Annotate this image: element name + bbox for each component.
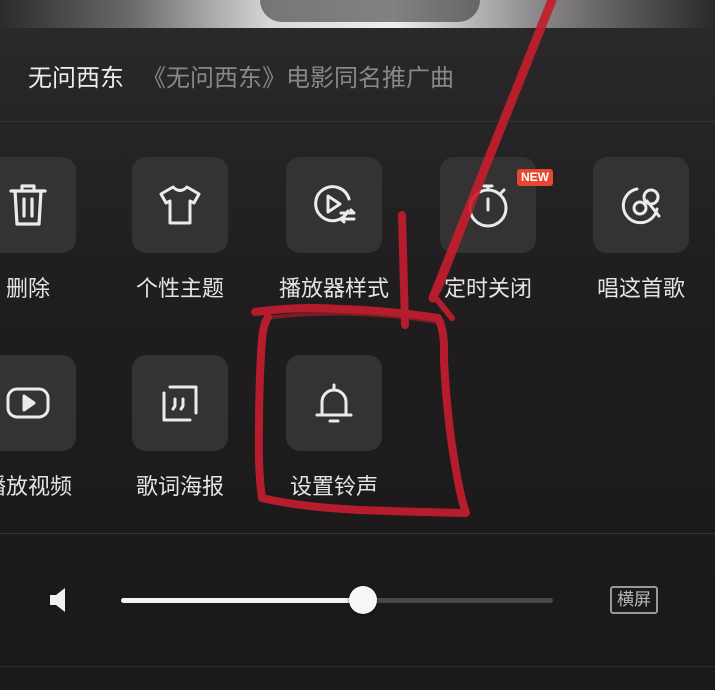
volume-level-fill <box>121 598 363 603</box>
lyrics-poster-icon <box>162 385 198 422</box>
song-subtitle: 《无问西东》电影同名推广曲 <box>142 64 454 92</box>
tshirt-icon <box>159 185 201 225</box>
divider-bottom <box>0 533 715 534</box>
delete-button[interactable] <box>0 157 76 253</box>
action-label: 定时关闭 <box>443 277 532 302</box>
sing-record-icon <box>621 187 661 225</box>
divider-footer <box>0 666 715 667</box>
action-label: 个性主题 <box>135 277 224 302</box>
set-ringtone-button[interactable] <box>286 355 382 451</box>
song-header: 无问西东 《无问西东》电影同名推广曲 <box>28 58 454 92</box>
action-label: 设置铃声 <box>289 475 378 500</box>
divider-top <box>0 121 715 122</box>
action-label: 歌词海报 <box>135 475 224 500</box>
bell-icon <box>315 383 353 423</box>
player-style-button[interactable] <box>286 157 382 253</box>
sing-button[interactable] <box>593 157 689 253</box>
theme-button[interactable] <box>132 157 228 253</box>
landscape-button[interactable]: 横屏 <box>610 586 658 614</box>
action-label: 播放视频 <box>0 475 72 500</box>
speaker-icon[interactable] <box>48 586 72 614</box>
play-video-button[interactable] <box>0 355 76 451</box>
stopwatch-icon <box>468 184 508 228</box>
trash-icon <box>9 184 47 226</box>
action-label: 删除 <box>5 277 50 302</box>
action-label: 播放器样式 <box>278 277 389 302</box>
new-badge: NEW <box>517 169 553 186</box>
album-art-strip <box>0 0 715 28</box>
play-video-icon <box>6 387 50 419</box>
volume-slider-thumb[interactable] <box>348 586 377 614</box>
lyrics-poster-button[interactable] <box>132 355 228 451</box>
player-style-icon <box>314 185 356 224</box>
volume-slider[interactable] <box>121 586 553 614</box>
action-label: 唱这首歌 <box>596 277 685 302</box>
song-title: 无问西东 <box>28 64 124 92</box>
